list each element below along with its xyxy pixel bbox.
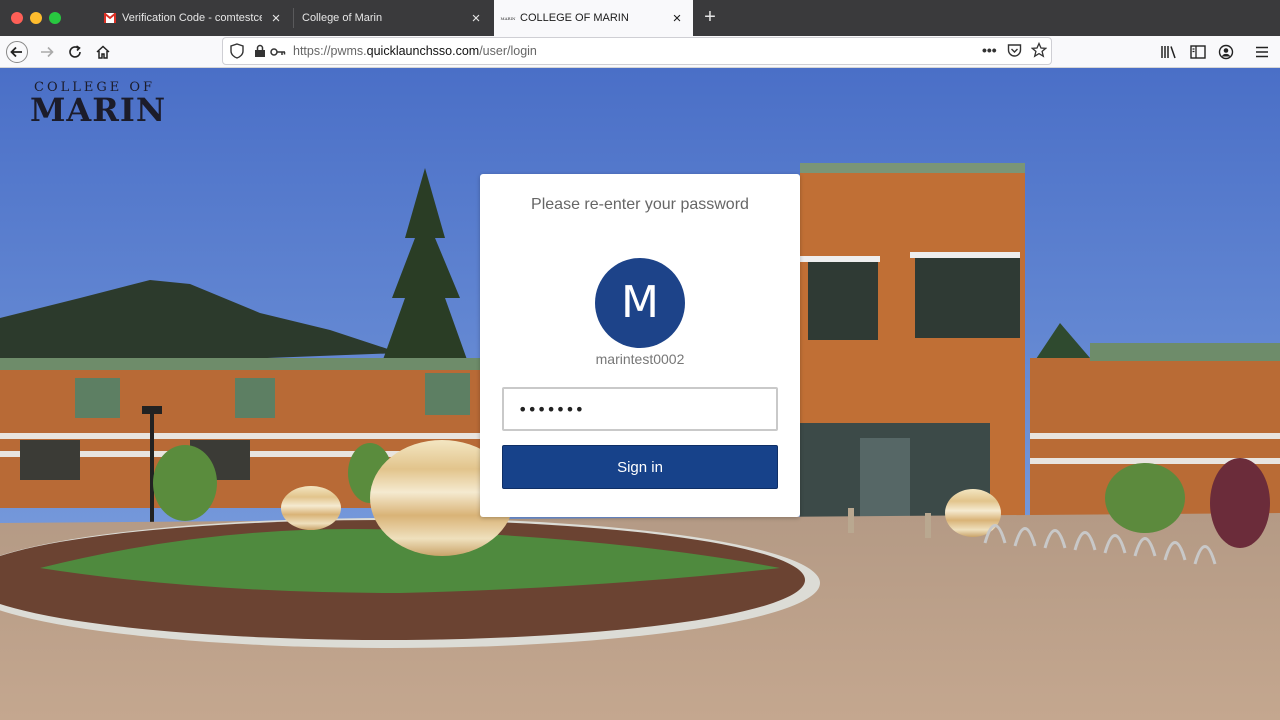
page-actions-icon[interactable]: ••• <box>982 42 997 58</box>
pocket-icon[interactable] <box>1007 43 1022 63</box>
window-zoom-button[interactable] <box>49 12 61 24</box>
home-icon <box>96 45 110 59</box>
tab-title: Verification Code - comtestcen <box>122 12 262 24</box>
back-button[interactable] <box>5 40 29 64</box>
hamburger-menu-icon <box>1256 46 1268 58</box>
library-icon <box>1161 46 1176 59</box>
back-arrow-icon <box>6 41 28 63</box>
url-text: https://pwms.quicklaunchsso.com/user/log… <box>293 44 537 58</box>
login-card: Please re-enter your password M marintes… <box>480 174 800 517</box>
college-of-marin-logo: COLLEGE OF MARIN <box>30 80 167 129</box>
menu-button[interactable] <box>1250 40 1274 64</box>
browser-tab-bar: Verification Code - comtestcen × College… <box>0 0 1280 36</box>
shield-icon[interactable] <box>230 43 244 64</box>
sign-in-button[interactable]: Sign in <box>502 445 778 489</box>
reload-icon <box>69 45 81 58</box>
reload-button[interactable] <box>63 40 87 64</box>
account-button[interactable] <box>1214 40 1238 64</box>
username-label: marintest0002 <box>595 351 685 367</box>
key-icon[interactable] <box>270 45 286 63</box>
forward-arrow-icon <box>41 46 54 58</box>
logo-main-text: MARIN <box>30 91 167 129</box>
tab-close-icon[interactable]: × <box>669 11 685 26</box>
address-bar[interactable]: https://pwms.quicklaunchsso.com/user/log… <box>222 37 1052 65</box>
sidebar-button[interactable] <box>1186 40 1210 64</box>
lock-icon[interactable] <box>254 44 266 63</box>
window-minimize-button[interactable] <box>30 12 42 24</box>
tab-verification-code[interactable]: Verification Code - comtestcen × <box>96 0 292 36</box>
window-close-button[interactable] <box>11 12 23 24</box>
tab-college-of-marin-active[interactable]: MARIN COLLEGE OF MARIN × <box>494 0 693 36</box>
sidebar-icon <box>1190 45 1206 59</box>
bookmark-star-icon[interactable] <box>1030 41 1048 63</box>
tab-close-icon[interactable]: × <box>268 11 284 26</box>
library-button[interactable] <box>1157 40 1181 64</box>
tab-title: COLLEGE OF MARIN <box>520 12 629 24</box>
home-button[interactable] <box>91 40 115 64</box>
login-heading: Please re-enter your password <box>531 196 749 213</box>
gmail-icon <box>104 12 116 24</box>
new-tab-button[interactable]: + <box>700 6 720 30</box>
browser-toolbar: https://pwms.quicklaunchsso.com/user/log… <box>0 36 1280 68</box>
tab-close-icon[interactable]: × <box>468 11 484 26</box>
login-page: COLLEGE OF MARIN Please re-enter your pa… <box>0 68 1280 720</box>
tab-college-of-marin[interactable]: College of Marin × <box>294 0 492 36</box>
account-icon <box>1218 44 1234 60</box>
avatar: M <box>595 258 685 348</box>
college-marin-favicon: MARIN <box>500 15 516 21</box>
tab-title: College of Marin <box>302 12 383 24</box>
forward-button[interactable] <box>35 40 59 64</box>
password-input[interactable] <box>502 387 778 431</box>
